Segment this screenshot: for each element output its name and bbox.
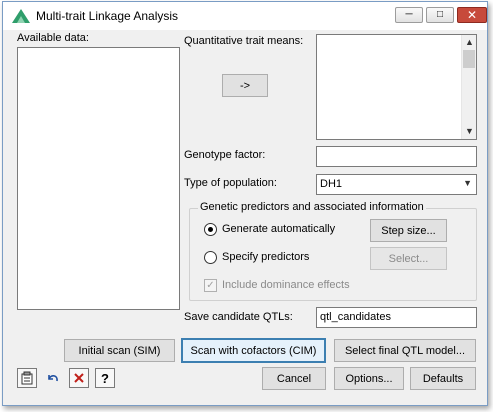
- population-type-select[interactable]: DH1 ▼: [316, 174, 477, 195]
- quantitative-trait-means-label: Quantitative trait means:: [184, 35, 304, 47]
- title-bar: Multi-trait Linkage Analysis ─ □ ✕: [3, 2, 487, 30]
- initial-scan-label: Initial scan (SIM): [78, 344, 161, 357]
- step-size-label: Step size...: [381, 224, 436, 237]
- minimize-button[interactable]: ─: [395, 7, 423, 23]
- copy-to-clipboard-button[interactable]: [17, 368, 37, 388]
- dialog-body: Available data: Quantitative trait means…: [3, 30, 487, 407]
- scroll-thumb[interactable]: [463, 50, 475, 68]
- cancel-label: Cancel: [276, 372, 312, 385]
- include-dominance-label: Include dominance effects: [222, 279, 350, 291]
- scroll-down-icon[interactable]: ▼: [462, 124, 477, 139]
- cancel-button[interactable]: Cancel: [262, 367, 326, 390]
- scroll-up-icon[interactable]: ▲: [462, 35, 477, 50]
- maximize-button[interactable]: □: [426, 7, 454, 23]
- genotype-factor-label: Genotype factor:: [184, 149, 266, 161]
- specify-predictors-radio[interactable]: [204, 251, 217, 264]
- dialog-window: Multi-trait Linkage Analysis ─ □ ✕ Avail…: [2, 1, 488, 406]
- specify-predictors-label: Specify predictors: [222, 251, 310, 263]
- close-icon: ✕: [466, 8, 478, 22]
- clipboard-icon: [21, 371, 33, 385]
- options-label: Options...: [345, 372, 393, 385]
- window-title: Multi-trait Linkage Analysis: [36, 9, 179, 23]
- select-predictors-label: Select...: [388, 252, 429, 265]
- defaults-button[interactable]: Defaults: [410, 367, 476, 390]
- help-button[interactable]: ?: [95, 368, 115, 388]
- move-to-traits-button[interactable]: ->: [222, 74, 268, 97]
- select-predictors-button[interactable]: Select...: [370, 247, 447, 270]
- move-button-label: ->: [239, 79, 251, 92]
- save-candidate-qtls-input[interactable]: qtl_candidates: [316, 307, 477, 328]
- trait-list-scrollbar[interactable]: ▲ ▼: [461, 35, 476, 139]
- population-type-value: DH1: [320, 178, 343, 190]
- scan-with-cofactors-label: Scan with cofactors (CIM): [190, 344, 317, 357]
- clear-button[interactable]: [69, 368, 89, 388]
- close-button[interactable]: ✕: [457, 7, 487, 23]
- available-data-label: Available data:: [17, 32, 89, 44]
- quantitative-trait-means-list[interactable]: ▲ ▼: [316, 34, 477, 140]
- initial-scan-button[interactable]: Initial scan (SIM): [64, 339, 175, 362]
- genetic-predictors-group-title: Genetic predictors and associated inform…: [198, 201, 426, 213]
- available-data-list[interactable]: [17, 47, 180, 310]
- defaults-label: Defaults: [422, 372, 464, 385]
- help-icon: ?: [101, 370, 109, 386]
- step-size-button[interactable]: Step size...: [370, 219, 447, 242]
- genetic-predictors-group: Genetic predictors and associated inform…: [189, 201, 477, 301]
- chevron-down-icon: ▼: [463, 178, 472, 188]
- select-final-qtl-model-button[interactable]: Select final QTL model...: [334, 339, 476, 362]
- select-final-qtl-model-label: Select final QTL model...: [344, 344, 466, 357]
- generate-automatically-label: Generate automatically: [222, 223, 336, 235]
- undo-button[interactable]: [43, 368, 63, 388]
- generate-automatically-radio[interactable]: [204, 223, 217, 236]
- genstat-app-icon: [12, 9, 30, 23]
- clear-icon: [74, 373, 84, 383]
- maximize-icon: □: [436, 9, 444, 20]
- genotype-factor-input[interactable]: [316, 146, 477, 167]
- save-candidate-qtls-label: Save candidate QTLs:: [184, 311, 293, 323]
- options-button[interactable]: Options...: [334, 367, 404, 390]
- undo-icon: [48, 375, 58, 382]
- population-type-label: Type of population:: [184, 177, 277, 189]
- include-dominance-checkbox[interactable]: ✓: [204, 279, 217, 292]
- minimize-icon: ─: [405, 9, 413, 20]
- scan-with-cofactors-button[interactable]: Scan with cofactors (CIM): [181, 338, 326, 363]
